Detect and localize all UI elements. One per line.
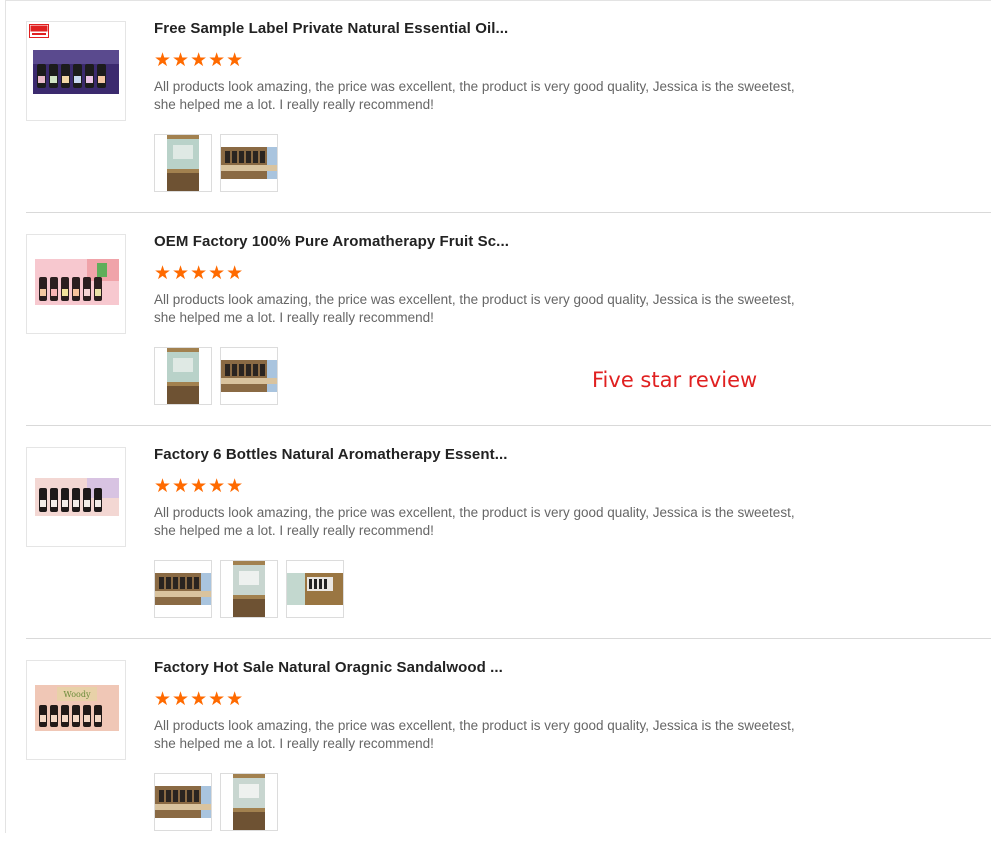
review-item: Woody Factory Hot Sale Natural Oragnic S… (0, 639, 991, 851)
product-box-label: Woody (64, 690, 91, 699)
review-photo[interactable] (220, 347, 278, 405)
box-photo-image (221, 561, 277, 617)
star-rating: ★★★★★ (154, 476, 245, 497)
bottles-photo-image (221, 135, 277, 191)
review-photo[interactable] (220, 773, 278, 831)
bottles-photo-image (155, 774, 211, 830)
review-text: All products look amazing, the price was… (154, 79, 795, 112)
product-thumbnail[interactable]: Woody (26, 660, 126, 760)
bottles-photo-image (221, 348, 277, 404)
review-photo[interactable] (286, 560, 344, 618)
star-rating: ★★★★★ (154, 263, 245, 284)
review-text: All products look amazing, the price was… (154, 718, 795, 751)
review-item: Free Sample Label Private Natural Essent… (0, 0, 991, 213)
review-photo[interactable] (154, 347, 212, 405)
package-photo-image (287, 561, 343, 617)
five-star-review-annotation: Five star review (592, 368, 758, 392)
star-rating: ★★★★★ (154, 50, 245, 71)
product-thumbnail[interactable] (26, 447, 126, 547)
review-photo[interactable] (154, 134, 212, 192)
review-text: All products look amazing, the price was… (154, 292, 795, 325)
star-rating: ★★★★★ (154, 689, 245, 710)
free-sample-badge (29, 24, 49, 38)
review-item: OEM Factory 100% Pure Aromatherapy Fruit… (0, 213, 991, 426)
box-photo-image (221, 774, 277, 830)
product-title[interactable]: OEM Factory 100% Pure Aromatherapy Fruit… (154, 233, 509, 250)
box-photo-image (155, 135, 211, 191)
review-photo[interactable] (154, 773, 212, 831)
review-item: Factory 6 Bottles Natural Aromatherapy E… (0, 426, 991, 639)
review-photo[interactable] (220, 560, 278, 618)
bottles-photo-image (155, 561, 211, 617)
review-photo[interactable] (154, 560, 212, 618)
product-thumbnail[interactable] (26, 234, 126, 334)
essential-oil-box-image (27, 448, 125, 546)
review-photo[interactable] (220, 134, 278, 192)
product-title[interactable]: Factory 6 Bottles Natural Aromatherapy E… (154, 446, 508, 463)
review-text: All products look amazing, the price was… (154, 505, 795, 538)
product-title[interactable]: Free Sample Label Private Natural Essent… (154, 20, 508, 37)
product-thumbnail[interactable] (26, 21, 126, 121)
essential-oil-box-image (27, 235, 125, 333)
box-photo-image (155, 348, 211, 404)
product-title[interactable]: Factory Hot Sale Natural Oragnic Sandalw… (154, 659, 503, 676)
essential-oil-box-image: Woody (27, 661, 125, 759)
